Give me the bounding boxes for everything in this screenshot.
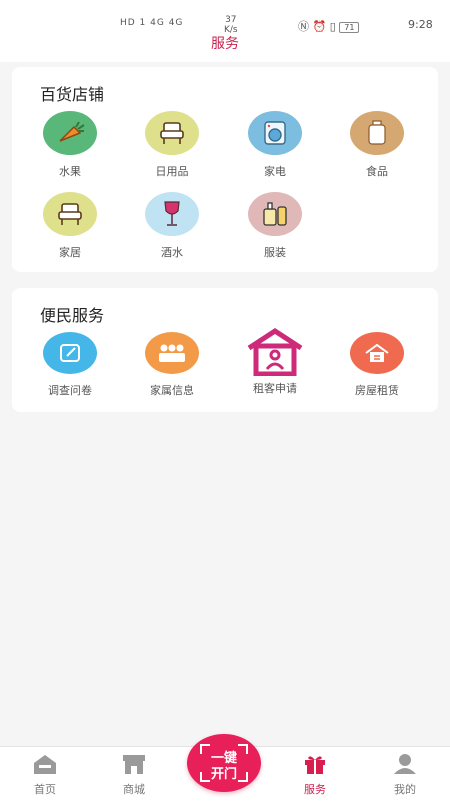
- gift-icon: [280, 753, 350, 779]
- store-item-label: 水果: [59, 165, 81, 178]
- family-icon: [145, 332, 199, 374]
- service-item-tenant-apply[interactable]: 租客申请: [235, 328, 315, 396]
- store-item-home[interactable]: 家居: [30, 192, 110, 260]
- service-item-survey[interactable]: 调查问卷: [30, 332, 110, 398]
- page-title: 服务: [211, 36, 239, 52]
- armchair-icon: [145, 111, 199, 155]
- store-item-daily[interactable]: 日用品: [132, 111, 212, 179]
- home-icon: [10, 753, 80, 779]
- jar-icon: [350, 111, 404, 155]
- store-item-drinks[interactable]: 酒水: [132, 192, 212, 260]
- washing-machine-icon: [248, 111, 302, 155]
- armchair-icon: [43, 192, 97, 236]
- tab-service-label: 服务: [304, 783, 326, 796]
- network-speed-value: 37: [225, 15, 237, 25]
- user-icon: [370, 753, 440, 779]
- service-item-rental[interactable]: 房屋租赁: [337, 332, 417, 398]
- tab-service[interactable]: 服务: [280, 753, 350, 797]
- wine-glass-icon: [145, 192, 199, 236]
- nfc-icon: Ⓝ: [298, 20, 309, 33]
- house-person-icon: [245, 328, 305, 377]
- alarm-icon: ⏰: [312, 20, 327, 33]
- vibrate-icon: ▯: [329, 20, 336, 33]
- store-item-fruit[interactable]: 水果: [30, 111, 110, 179]
- tab-home[interactable]: 首页: [10, 753, 80, 797]
- services-card: 便民服务 调查问卷 家属信息 租客申请 房屋租赁: [12, 288, 438, 412]
- tab-mine-label: 我的: [394, 783, 416, 796]
- service-item-family[interactable]: 家属信息: [132, 332, 212, 398]
- store-card: 百货店铺 水果 日用品 家电 食品 家居 酒水 服装: [12, 67, 438, 272]
- store-item-label: 家居: [59, 246, 81, 259]
- house-icon: [350, 332, 404, 374]
- tab-shop[interactable]: 商城: [99, 753, 169, 797]
- store-item-clothing[interactable]: 服装: [235, 192, 315, 260]
- store-item-label: 酒水: [161, 246, 183, 259]
- open-button-line2: 开门: [210, 767, 237, 782]
- store-item-label: 服装: [264, 246, 286, 259]
- clock: 9:28: [408, 18, 433, 31]
- service-item-label: 房屋租赁: [355, 384, 399, 397]
- tab-mine[interactable]: 我的: [370, 753, 440, 797]
- service-item-label: 租客申请: [253, 382, 297, 395]
- one-key-open-button[interactable]: 一键 开门: [187, 734, 261, 792]
- battery-level: 71: [344, 23, 355, 32]
- store-item-appliance[interactable]: 家电: [235, 111, 315, 179]
- tab-home-label: 首页: [34, 783, 56, 796]
- tab-shop-label: 商城: [123, 783, 145, 796]
- signal-indicators: HD 1 4G 4G: [120, 18, 184, 28]
- store-item-label: 日用品: [155, 165, 189, 178]
- edit-icon: [43, 332, 97, 374]
- store-item-food[interactable]: 食品: [337, 111, 417, 179]
- status-icons: Ⓝ ⏰ ▯ 71: [298, 18, 360, 34]
- status-bar: HD 1 4G 4G 37 K/s Ⓝ ⏰ ▯ 71 9:28 服务: [0, 0, 450, 62]
- services-card-title: 便民服务: [40, 306, 105, 325]
- service-item-label: 家属信息: [150, 384, 194, 397]
- service-item-label: 调查问卷: [48, 384, 92, 397]
- store-item-label: 家电: [264, 165, 286, 178]
- store-item-label: 食品: [366, 165, 388, 178]
- carrot-icon: [43, 111, 97, 155]
- store-card-title: 百货店铺: [40, 85, 105, 104]
- network-speed: 37 K/s: [224, 15, 238, 35]
- cosmetics-icon: [248, 192, 302, 236]
- shop-icon: [99, 753, 169, 779]
- battery-icon: 71: [339, 22, 360, 33]
